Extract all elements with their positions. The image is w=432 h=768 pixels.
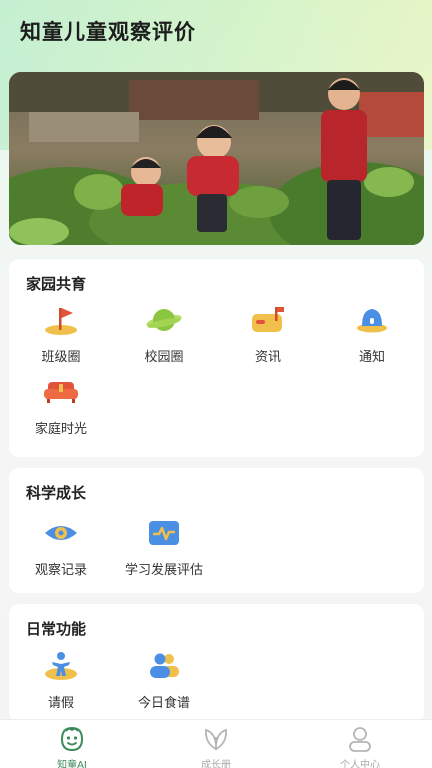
tab-personal-center[interactable]: 个人中心 <box>288 720 432 768</box>
item-label: 观察记录 <box>34 563 87 578</box>
item-class-circle[interactable]: 班级圈 <box>9 304 113 370</box>
bell-icon <box>352 304 392 336</box>
item-today-menu[interactable]: 今日食谱 <box>112 650 216 716</box>
item-label: 今日食谱 <box>137 696 190 711</box>
person-leave-icon <box>41 650 81 682</box>
item-notice[interactable]: 通知 <box>320 304 424 370</box>
section-title: 科学成长 <box>26 484 87 502</box>
section-daily-functions: 日常功能 请假 今日食谱 <box>9 604 424 722</box>
banner-image[interactable] <box>9 72 424 245</box>
planet-icon <box>144 304 184 336</box>
item-news[interactable]: 资讯 <box>216 304 320 370</box>
section-title: 家园共育 <box>26 275 87 293</box>
tab-growth-album[interactable]: 成长册 <box>144 720 288 768</box>
sofa-icon <box>41 376 81 408</box>
user-icon <box>344 725 376 753</box>
flag-icon <box>41 304 81 336</box>
bottom-tab-bar: 知童AI 成长册 个人中心 <box>0 719 432 768</box>
tab-label: 成长册 <box>201 760 231 768</box>
section-scientific-growth: 科学成长 观察记录 学习发展评估 <box>9 468 424 593</box>
item-campus-circle[interactable]: 校园圈 <box>112 304 216 370</box>
item-label: 学习发展评估 <box>124 563 203 578</box>
item-leave-request[interactable]: 请假 <box>9 650 113 716</box>
item-label: 班级圈 <box>41 350 81 365</box>
tab-zhitong-ai[interactable]: 知童AI <box>0 720 144 768</box>
item-label: 校园圈 <box>144 350 184 365</box>
tab-label: 知童AI <box>57 760 87 768</box>
smiley-face-icon <box>56 725 88 753</box>
section-home-school: 家园共育 班级圈 校园圈 资讯 通知 家庭时光 <box>9 259 424 457</box>
item-learning-assessment[interactable]: 学习发展评估 <box>112 517 216 583</box>
eye-icon <box>41 517 81 549</box>
item-label: 通知 <box>358 350 385 365</box>
section-title: 日常功能 <box>26 620 87 638</box>
item-label: 资讯 <box>254 350 281 365</box>
item-label: 家庭时光 <box>34 422 87 437</box>
leaf-icon <box>200 725 232 753</box>
page-title: 知童儿童观察评价 <box>20 20 196 44</box>
mailbox-icon <box>248 304 288 336</box>
people-icon <box>144 650 184 682</box>
item-label: 请假 <box>47 696 74 711</box>
tab-label: 个人中心 <box>340 760 380 768</box>
item-observation-record[interactable]: 观察记录 <box>9 517 113 583</box>
chart-monitor-icon <box>144 517 184 549</box>
item-family-time[interactable]: 家庭时光 <box>9 376 113 442</box>
